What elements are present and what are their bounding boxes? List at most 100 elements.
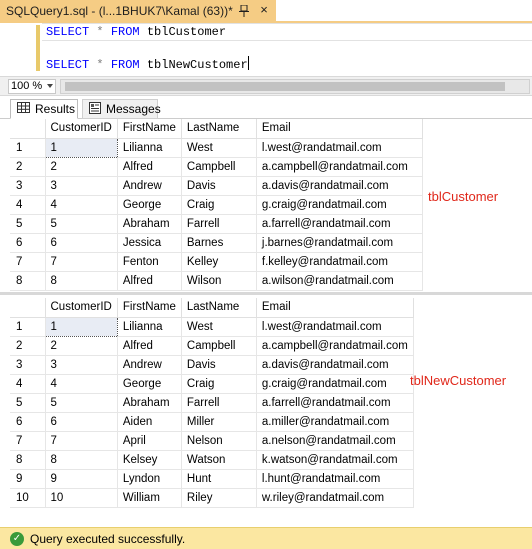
table-cell[interactable]: f.kelley@randatmail.com: [256, 252, 423, 272]
results-grid-2[interactable]: CustomerID FirstName LastName Email 1 1 Li…: [0, 298, 532, 510]
table-cell[interactable]: l.hunt@randatmail.com: [256, 469, 414, 489]
table-cell[interactable]: l.west@randatmail.com: [256, 138, 423, 158]
table-row[interactable]: 3 3 Andrew Davis a.davis@randatmail.com: [10, 176, 423, 196]
row-number[interactable]: 2: [10, 157, 46, 177]
column-header[interactable]: CustomerID: [45, 119, 118, 139]
row-number[interactable]: 10: [10, 488, 46, 508]
row-number[interactable]: 6: [10, 412, 46, 432]
table-cell[interactable]: 8: [45, 271, 118, 291]
table-cell[interactable]: Farrell: [181, 214, 257, 234]
table-cell[interactable]: Fenton: [117, 252, 182, 272]
table-cell[interactable]: Farrell: [181, 393, 257, 413]
column-header[interactable]: Email: [256, 119, 423, 139]
scrollbar-thumb[interactable]: [65, 82, 505, 91]
table-cell[interactable]: Alfred: [117, 336, 182, 356]
table-row[interactable]: 5 5 Abraham Farrell a.farrell@randatmail.com: [10, 393, 414, 413]
table-cell[interactable]: West: [181, 317, 257, 337]
table-row[interactable]: 1 1 Lilianna West l.west@randatmail.com: [10, 316, 414, 337]
row-number[interactable]: 8: [10, 271, 46, 291]
horizontal-scrollbar[interactable]: [60, 79, 530, 94]
table-cell[interactable]: 7: [45, 252, 118, 272]
table-cell[interactable]: Watson: [181, 450, 257, 470]
table-cell[interactable]: 9: [45, 469, 118, 489]
table-cell[interactable]: 2: [45, 336, 118, 356]
table-cell[interactable]: Nelson: [181, 431, 257, 451]
table-cell[interactable]: a.miller@randatmail.com: [256, 412, 414, 432]
table-cell[interactable]: Kelley: [181, 252, 257, 272]
table-cell[interactable]: Davis: [181, 355, 257, 375]
table-cell[interactable]: 5: [45, 393, 118, 413]
column-header[interactable]: CustomerID: [45, 298, 118, 318]
table-cell[interactable]: g.craig@randatmail.com: [256, 195, 423, 215]
table-cell[interactable]: Abraham: [117, 214, 182, 234]
table-row[interactable]: 4 4 George Craig g.craig@randatmail.com: [10, 195, 423, 215]
table-cell[interactable]: 2: [45, 157, 118, 177]
tab-results[interactable]: Results: [10, 99, 78, 119]
table-cell[interactable]: Alfred: [117, 271, 182, 291]
code-line-1[interactable]: SELECT * FROM tblCustomer: [46, 25, 226, 39]
table-cell[interactable]: George: [117, 195, 182, 215]
results-grid-1[interactable]: CustomerID FirstName LastName Email 1 1 Li…: [0, 119, 532, 295]
table-cell[interactable]: Wilson: [181, 271, 257, 291]
sql-editor[interactable]: SELECT * FROM tblCustomer SELECT * FROM …: [0, 23, 532, 76]
code-line-2[interactable]: SELECT * FROM tblNewCustomer: [46, 56, 249, 72]
row-number[interactable]: 4: [10, 374, 46, 394]
table-row[interactable]: 1 1 Lilianna West l.west@randatmail.com: [10, 137, 423, 158]
table-cell[interactable]: k.watson@randatmail.com: [256, 450, 414, 470]
table-cell[interactable]: l.west@randatmail.com: [256, 317, 414, 337]
table-cell[interactable]: j.barnes@randatmail.com: [256, 233, 423, 253]
table-cell[interactable]: 1: [44, 316, 118, 337]
table-cell[interactable]: a.campbell@randatmail.com: [256, 157, 423, 177]
table-cell[interactable]: George: [117, 374, 182, 394]
row-number[interactable]: 2: [10, 336, 46, 356]
tab-messages[interactable]: Messages: [82, 99, 161, 119]
table-cell[interactable]: 5: [45, 214, 118, 234]
table-cell[interactable]: Davis: [181, 176, 257, 196]
row-number-header[interactable]: [10, 298, 46, 318]
table-cell[interactable]: Craig: [181, 195, 257, 215]
row-number[interactable]: 5: [10, 214, 46, 234]
table-cell[interactable]: g.craig@randatmail.com: [256, 374, 414, 394]
row-number-header[interactable]: [10, 119, 46, 139]
row-number[interactable]: 8: [10, 450, 46, 470]
table-cell[interactable]: Lilianna: [117, 138, 182, 158]
table-cell[interactable]: Miller: [181, 412, 257, 432]
table-row[interactable]: 4 4 George Craig g.craig@randatmail.com: [10, 374, 414, 394]
table-cell[interactable]: a.nelson@randatmail.com: [256, 431, 414, 451]
document-tab[interactable]: SQLQuery1.sql - (l...1BHUK7\Kamal (63))*: [0, 0, 276, 21]
table-cell[interactable]: April: [117, 431, 182, 451]
table-cell[interactable]: Barnes: [181, 233, 257, 253]
pin-icon[interactable]: [237, 4, 251, 18]
table-cell[interactable]: William: [117, 488, 182, 508]
row-number[interactable]: 5: [10, 393, 46, 413]
table-cell[interactable]: Craig: [181, 374, 257, 394]
table-row[interactable]: 10 10 William Riley w.riley@randatmail.com: [10, 488, 414, 508]
table-row[interactable]: 9 9 Lyndon Hunt l.hunt@randatmail.com: [10, 469, 414, 489]
column-header[interactable]: Email: [256, 298, 414, 318]
table-row[interactable]: 8 8 Alfred Wilson a.wilson@randatmail.com: [10, 271, 423, 291]
table-cell[interactable]: Alfred: [117, 157, 182, 177]
table-cell[interactable]: a.farrell@randatmail.com: [256, 393, 414, 413]
table-cell[interactable]: Jessica: [117, 233, 182, 253]
table-row[interactable]: 7 7 April Nelson a.nelson@randatmail.com: [10, 431, 414, 451]
column-header[interactable]: FirstName: [117, 119, 182, 139]
table-cell[interactable]: 4: [45, 195, 118, 215]
table-cell[interactable]: Lilianna: [117, 317, 182, 337]
table-cell[interactable]: Andrew: [117, 355, 182, 375]
table-cell[interactable]: a.campbell@randatmail.com: [256, 336, 414, 356]
row-number[interactable]: 1: [10, 317, 46, 337]
table-cell[interactable]: a.davis@randatmail.com: [256, 355, 414, 375]
table-cell[interactable]: Abraham: [117, 393, 182, 413]
table-cell[interactable]: Hunt: [181, 469, 257, 489]
table-cell[interactable]: w.riley@randatmail.com: [256, 488, 414, 508]
table-row[interactable]: 2 2 Alfred Campbell a.campbell@randatmail.co…: [10, 157, 423, 177]
table-row[interactable]: 5 5 Abraham Farrell a.farrell@randatmail.com: [10, 214, 423, 234]
column-header[interactable]: LastName: [181, 119, 257, 139]
table-cell[interactable]: 8: [45, 450, 118, 470]
row-number[interactable]: 6: [10, 233, 46, 253]
table-cell[interactable]: a.wilson@randatmail.com: [256, 271, 423, 291]
table-cell[interactable]: 7: [45, 431, 118, 451]
table-cell[interactable]: 4: [45, 374, 118, 394]
column-header[interactable]: FirstName: [117, 298, 182, 318]
table-cell[interactable]: 6: [45, 412, 118, 432]
